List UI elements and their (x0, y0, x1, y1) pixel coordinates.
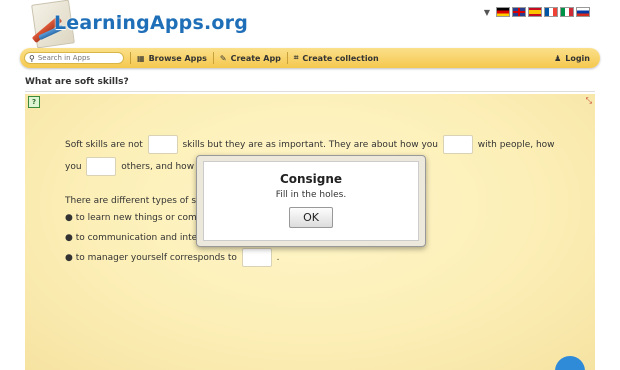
flag-it-icon[interactable] (560, 7, 574, 17)
text-fragment: ● to communication and inter (65, 233, 201, 243)
text-fragment: Soft skills are not (65, 140, 143, 150)
ok-button[interactable]: OK (289, 207, 333, 228)
login-label: Login (565, 53, 590, 63)
text-fragment: There are different types of s (65, 196, 197, 206)
browse-apps-link[interactable]: ▦ Browse Apps (137, 54, 207, 63)
divider (130, 52, 131, 64)
text-line: ● to learn new things or comp (65, 208, 202, 228)
text-fragment: you (65, 162, 82, 172)
login-link[interactable]: ♟ Login (554, 54, 590, 63)
text-fragment: ● to manager yourself corresponds to (65, 253, 237, 263)
text-fragment: with people, how (477, 140, 555, 150)
gap-input[interactable] (241, 248, 272, 267)
create-app-link[interactable]: ✎ Create App (220, 54, 281, 63)
gap-input[interactable] (86, 157, 117, 176)
flag-fr-icon[interactable] (544, 7, 558, 17)
page-title: What are soft skills? (25, 77, 129, 87)
text-fragment: others, and how (121, 162, 195, 172)
grid-icon: ▦ (137, 53, 145, 63)
user-icon: ♟ (554, 53, 562, 63)
text-fragment: . (276, 253, 280, 263)
dialog-body: Consigne Fill in the holes. OK (203, 161, 419, 241)
chevron-down-icon[interactable]: ▼ (484, 8, 490, 17)
create-app-label: Create App (230, 53, 281, 63)
browse-apps-label: Browse Apps (148, 53, 207, 63)
dialog-text: Fill in the holes. (275, 190, 347, 200)
search-input[interactable] (37, 54, 118, 62)
search-icon: ⚲ (29, 53, 35, 63)
flag-es-icon[interactable] (528, 7, 542, 17)
text-fragment: skills but they are as important. They a… (182, 140, 439, 150)
search-box[interactable]: ⚲ (24, 52, 124, 64)
gap-input[interactable] (147, 135, 178, 154)
dialog-title: Consigne (279, 172, 343, 186)
logo[interactable]: LearningApps.org (20, 0, 248, 49)
create-collection-label: Create collection (302, 53, 379, 63)
text-fragment: ● to learn new things or comp (65, 213, 203, 223)
text-line: you others, and how (65, 157, 194, 177)
gap-input[interactable] (442, 135, 473, 154)
divider (286, 52, 288, 64)
flag-en-icon[interactable] (512, 7, 526, 17)
text-line: ● to manager yourself corresponds to . (65, 248, 280, 268)
fullscreen-icon[interactable]: ⤡ (586, 96, 592, 106)
create-collection-link[interactable]: ⌗ Create collection (294, 53, 379, 63)
help-icon[interactable]: ? (28, 96, 40, 108)
flag-de-icon[interactable] (496, 7, 510, 17)
logo-text: LearningApps.org (54, 12, 249, 34)
floating-action-button[interactable] (555, 356, 585, 370)
text-line: Soft skills are not skills but they are … (65, 135, 555, 155)
instruction-dialog: Consigne Fill in the holes. OK (196, 155, 426, 247)
navigation-bar: ⚲ ▦ Browse Apps ✎ Create App ⌗ Create co… (20, 48, 600, 68)
language-selector[interactable]: ▼ (484, 7, 590, 17)
divider (25, 91, 595, 92)
collection-icon: ⌗ (293, 53, 299, 62)
flag-ru-icon[interactable] (576, 7, 590, 17)
text-line: ● to communication and inter (65, 228, 201, 248)
divider (212, 52, 214, 64)
pencil-icon: ✎ (219, 53, 227, 63)
